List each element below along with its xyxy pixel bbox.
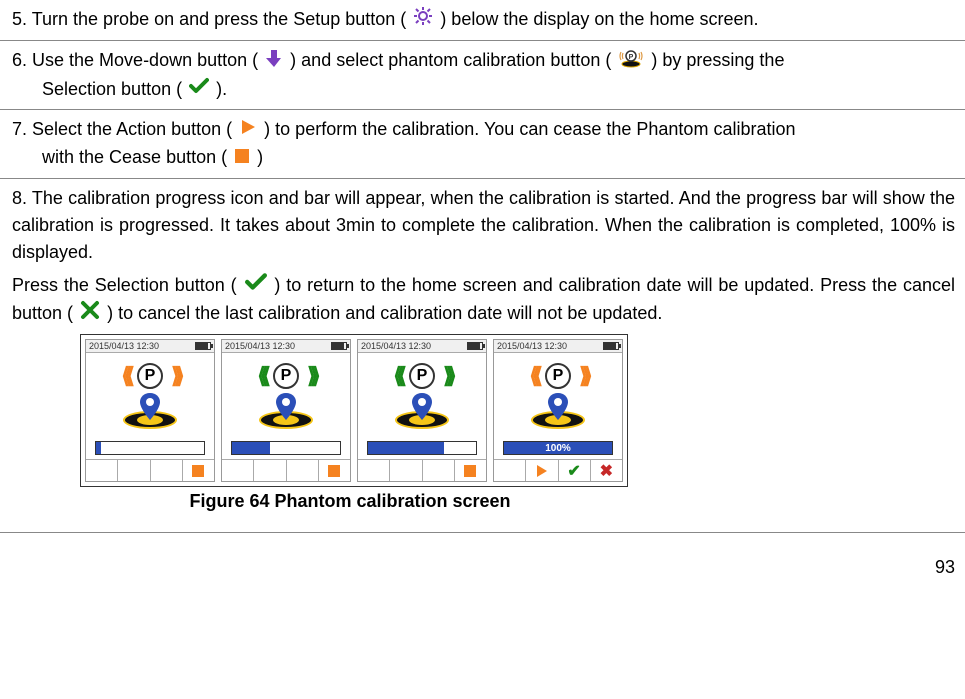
- footer-cell: [526, 460, 558, 481]
- target-icon: [387, 397, 457, 431]
- footer-cell: ✖: [591, 460, 622, 481]
- step-6-indent-b: ).: [216, 79, 227, 99]
- checkmark-icon[interactable]: ✔: [567, 461, 580, 481]
- screen-header: 2015/04/13 12:30: [494, 340, 622, 353]
- checkmark-icon: [189, 76, 209, 103]
- step-5-text-a: 5. Turn the probe on and press the Setup…: [12, 9, 406, 29]
- step-6: 6. Use the Move-down button ( ) and sele…: [0, 41, 965, 110]
- checkmark-icon: [245, 272, 267, 300]
- step-6-indent-a: Selection button (: [42, 79, 182, 99]
- step-7: 7. Select the Action button ( ) to perfo…: [0, 110, 965, 179]
- p-badge-icon: P: [409, 363, 435, 389]
- phantom-calibration-icon: P: [618, 48, 644, 76]
- battery-icon: [331, 342, 347, 350]
- cease-stop-icon[interactable]: [192, 465, 204, 477]
- battery-icon: [603, 342, 619, 350]
- footer-cell: [319, 460, 350, 481]
- step-5-text-b: ) below the display on the home screen.: [440, 9, 758, 29]
- figure-caption: Figure 64 Phantom calibration screen: [80, 487, 620, 522]
- chevron-left-icon: ⟨⟨⟨: [121, 363, 129, 389]
- chevron-right-icon: ⟩⟩⟩: [307, 363, 315, 389]
- target-icon: [251, 397, 321, 431]
- step-7-indent-b: ): [257, 147, 263, 167]
- footer-cell: [183, 460, 214, 481]
- screen-footer: [358, 459, 486, 481]
- step-7-text-a: 7. Select the Action button (: [12, 119, 232, 139]
- cease-stop-icon: [234, 145, 250, 172]
- calibration-screens: 2015/04/13 12:30 ⟨⟨⟨ P ⟩⟩⟩: [80, 334, 628, 487]
- p-badge-icon: P: [545, 363, 571, 389]
- screen-footer: [222, 459, 350, 481]
- chevron-left-icon: ⟨⟨⟨: [257, 363, 265, 389]
- cease-stop-icon[interactable]: [328, 465, 340, 477]
- screen-header: 2015/04/13 12:30: [222, 340, 350, 353]
- chevron-left-icon: ⟨⟨⟨: [529, 363, 537, 389]
- page-number: 93: [0, 533, 965, 584]
- phantom-signal-row: ⟨⟨⟨ P ⟩⟩⟩: [529, 363, 587, 389]
- screen-footer: [86, 459, 214, 481]
- footer-cell: [151, 460, 183, 481]
- target-icon: [523, 397, 593, 431]
- step-8-para1: 8. The calibration progress icon and bar…: [12, 185, 955, 266]
- phantom-signal-row: ⟨⟨⟨ P ⟩⟩⟩: [393, 363, 451, 389]
- screen-timestamp: 2015/04/13 12:30: [89, 341, 159, 351]
- arrow-down-icon: [265, 48, 283, 76]
- footer-cell: [423, 460, 455, 481]
- phantom-signal-row: ⟨⟨⟨ P ⟩⟩⟩: [121, 363, 179, 389]
- progress-bar: [367, 441, 477, 455]
- progress-label: 100%: [504, 442, 612, 456]
- step-6-text-c: ) by pressing the: [651, 50, 784, 70]
- footer-cell: [455, 460, 486, 481]
- calibration-screen: 2015/04/13 12:30 ⟨⟨⟨ P ⟩⟩⟩: [357, 339, 487, 482]
- footer-cell: [222, 460, 254, 481]
- cease-stop-icon[interactable]: [464, 465, 476, 477]
- cancel-x-icon: [80, 300, 100, 328]
- chevron-left-icon: ⟨⟨⟨: [393, 363, 401, 389]
- step-7-indent-a: with the Cease button (: [42, 147, 227, 167]
- play-action-icon: [239, 117, 257, 144]
- chevron-right-icon: ⟩⟩⟩: [171, 363, 179, 389]
- cancel-x-icon[interactable]: ✖: [600, 461, 613, 481]
- setup-gear-icon: [413, 6, 433, 34]
- footer-cell: [390, 460, 422, 481]
- footer-cell: [494, 460, 526, 481]
- step-8-text-c: ) to cancel the last calibration and cal…: [107, 303, 662, 323]
- p-badge-icon: P: [273, 363, 299, 389]
- step-8: 8. The calibration progress icon and bar…: [0, 179, 965, 335]
- calibration-screen: 2015/04/13 12:30 ⟨⟨⟨ P ⟩⟩⟩ 100% ✔ ✖: [493, 339, 623, 482]
- battery-icon: [467, 342, 483, 350]
- footer-cell: [118, 460, 150, 481]
- footer-cell: [86, 460, 118, 481]
- step-6-text-b: ) and select phantom calibration button …: [290, 50, 611, 70]
- footer-cell: [358, 460, 390, 481]
- chevron-right-icon: ⟩⟩⟩: [443, 363, 451, 389]
- screen-timestamp: 2015/04/13 12:30: [361, 341, 431, 351]
- phantom-signal-row: ⟨⟨⟨ P ⟩⟩⟩: [257, 363, 315, 389]
- screen-timestamp: 2015/04/13 12:30: [225, 341, 295, 351]
- progress-bar: 100%: [503, 441, 613, 455]
- svg-text:P: P: [629, 54, 634, 61]
- step-8-text-a: Press the Selection button (: [12, 275, 237, 295]
- screen-header: 2015/04/13 12:30: [86, 340, 214, 353]
- progress-bar: [231, 441, 341, 455]
- step-5: 5. Turn the probe on and press the Setup…: [0, 0, 965, 41]
- footer-cell: ✔: [559, 460, 591, 481]
- p-badge-icon: P: [137, 363, 163, 389]
- target-icon: [115, 397, 185, 431]
- calibration-screen: 2015/04/13 12:30 ⟨⟨⟨ P ⟩⟩⟩: [85, 339, 215, 482]
- calibration-screen: 2015/04/13 12:30 ⟨⟨⟨ P ⟩⟩⟩: [221, 339, 351, 482]
- step-7-text-b: ) to perform the calibration. You can ce…: [264, 119, 795, 139]
- screen-header: 2015/04/13 12:30: [358, 340, 486, 353]
- chevron-right-icon: ⟩⟩⟩: [579, 363, 587, 389]
- figure-64-block: 2015/04/13 12:30 ⟨⟨⟨ P ⟩⟩⟩: [0, 334, 965, 533]
- screen-footer: ✔ ✖: [494, 459, 622, 481]
- play-action-icon[interactable]: [537, 465, 547, 477]
- footer-cell: [287, 460, 319, 481]
- battery-icon: [195, 342, 211, 350]
- progress-bar: [95, 441, 205, 455]
- footer-cell: [254, 460, 286, 481]
- step-6-text-a: 6. Use the Move-down button (: [12, 50, 258, 70]
- screen-timestamp: 2015/04/13 12:30: [497, 341, 567, 351]
